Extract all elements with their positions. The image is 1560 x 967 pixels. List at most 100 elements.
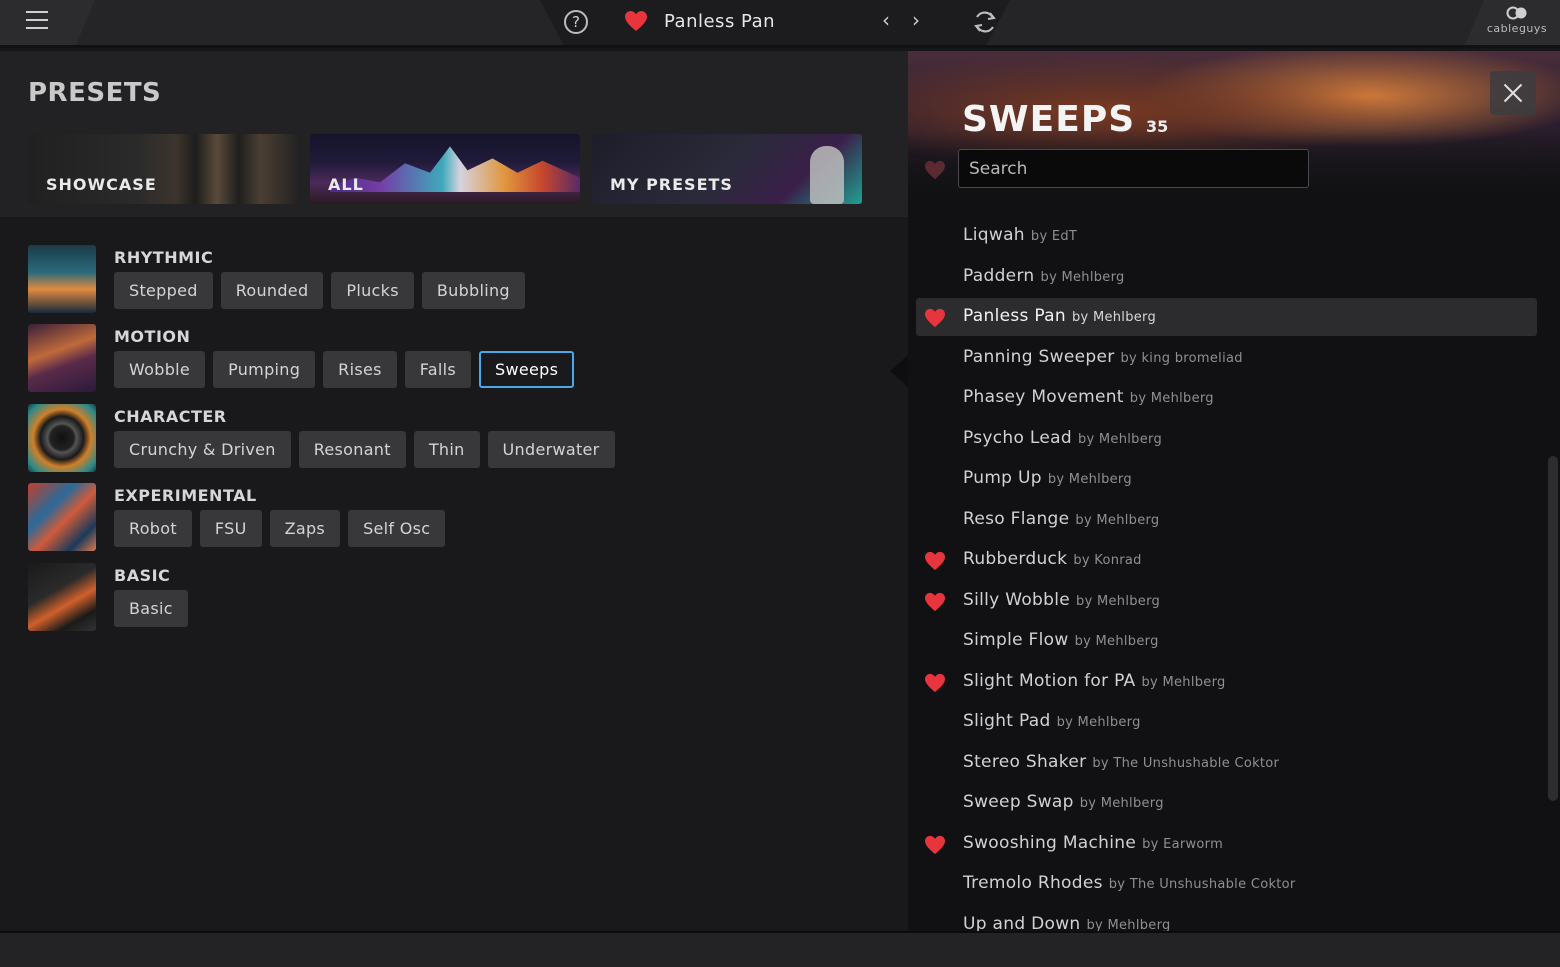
preset-row[interactable]: Phasey Movement by Mehlberg — [916, 379, 1537, 417]
tag-rounded[interactable]: Rounded — [220, 272, 324, 309]
preset-row[interactable]: Up and Down by Mehlberg — [916, 906, 1537, 932]
my-presets-card[interactable]: MY PRESETS — [592, 134, 862, 204]
preset-row[interactable]: Silly Wobble by Mehlberg — [916, 582, 1537, 620]
preset-title: Rubberduck — [963, 549, 1068, 569]
preset-title: Psycho Lead — [963, 427, 1072, 448]
preset-title: Up and Down — [963, 913, 1081, 932]
preset-title: Phasey Movement — [963, 387, 1124, 407]
presets-panel: PRESETS SHOWCASE ALL MY PRESETS RHYTHMIC… — [0, 51, 908, 931]
tag-basic[interactable]: Basic — [114, 590, 188, 627]
favorite-heart-icon[interactable] — [924, 592, 946, 612]
tag-list: Robot FSU Zaps Self Osc — [114, 510, 446, 547]
category-thumbnail — [28, 563, 96, 631]
preset-row[interactable]: Paddern by Mehlberg — [916, 258, 1537, 296]
favorite-heart-icon[interactable] — [924, 835, 946, 855]
tag-wobble[interactable]: Wobble — [114, 351, 206, 388]
favorite-heart-icon[interactable] — [924, 551, 946, 571]
selection-pointer — [890, 355, 908, 387]
preset-name: Simple Flow by Mehlberg — [963, 630, 1159, 650]
preset-row[interactable]: Swooshing Machine by Earworm — [916, 825, 1537, 863]
tag-list: Stepped Rounded Plucks Bubbling — [114, 272, 525, 309]
tag-stepped[interactable]: Stepped — [114, 272, 213, 309]
preset-name: Panless Pan by Mehlberg — [963, 306, 1156, 326]
preset-name: Paddern by Mehlberg — [963, 266, 1125, 286]
presets-header: PRESETS SHOWCASE ALL MY PRESETS — [0, 51, 908, 217]
tag-robot[interactable]: Robot — [114, 510, 192, 547]
preset-title: Simple Flow — [963, 630, 1069, 650]
preset-author: by king bromeliad — [1120, 350, 1243, 366]
tag-list: Wobble Pumping Rises Falls Sweeps — [114, 351, 575, 388]
tag-pumping[interactable]: Pumping — [213, 351, 316, 388]
tag-underwater[interactable]: Underwater — [487, 431, 615, 468]
tag-sweeps[interactable]: Sweeps — [479, 351, 575, 388]
preset-title: Liqwah — [963, 225, 1025, 245]
preset-title: Reso Flange — [963, 508, 1070, 529]
favorite-heart-icon[interactable] — [624, 10, 648, 32]
preset-name: Pump Up by Mehlberg — [963, 468, 1132, 488]
preset-title: Slight Motion for PA — [963, 670, 1136, 691]
preset-title: Sweep Swap — [963, 792, 1074, 812]
category-title: BASIC — [114, 566, 171, 585]
preset-title: Silly Wobble — [963, 589, 1071, 610]
showcase-card[interactable]: SHOWCASE — [28, 134, 298, 204]
cableguys-logo-icon — [1506, 6, 1527, 20]
preset-author: by Mehlberg — [1079, 796, 1164, 811]
preset-author: by Mehlberg — [1086, 917, 1171, 932]
tag-falls[interactable]: Falls — [404, 351, 472, 388]
help-icon[interactable]: ? — [564, 10, 588, 34]
category-title: CHARACTER — [114, 407, 227, 426]
preset-name: Phasey Movement by Mehlberg — [963, 387, 1214, 407]
scrollbar[interactable] — [1548, 456, 1558, 801]
preset-name: Tremolo Rhodes by The Unshushable Coktor — [963, 873, 1296, 893]
preset-count: 35 — [1146, 117, 1169, 136]
preset-author: by Mehlberg — [1141, 674, 1226, 690]
next-preset-chevron-icon[interactable]: › — [912, 8, 920, 32]
preset-row[interactable]: Panless Pan by Mehlberg — [916, 298, 1537, 336]
search-input[interactable] — [958, 149, 1309, 188]
tag-plucks[interactable]: Plucks — [331, 272, 414, 309]
preset-row[interactable]: Slight Motion for PA by Mehlberg — [916, 663, 1537, 701]
current-preset-name[interactable]: Panless Pan — [664, 11, 775, 32]
favorites-filter-heart-icon[interactable] — [924, 160, 946, 180]
previous-preset-chevron-icon[interactable]: ‹ — [882, 8, 890, 32]
all-card[interactable]: ALL — [310, 134, 580, 204]
close-button[interactable] — [1490, 71, 1536, 115]
tag-fsu[interactable]: FSU — [199, 510, 262, 547]
app-window: ? Panless Pan ‹ › cableguys PRESETS SHOW… — [0, 0, 1560, 967]
preset-author: by Earworm — [1142, 836, 1224, 852]
preset-author: by Mehlberg — [1040, 269, 1125, 285]
category-title: RHYTHMIC — [114, 248, 214, 267]
preset-list-panel: SWEEPS 35 Liqwah by EdT Paddern by Mehlberg… — [908, 51, 1560, 931]
favorite-heart-icon[interactable] — [924, 673, 946, 693]
preset-name: Liqwah by EdT — [963, 225, 1077, 245]
tag-bubbling[interactable]: Bubbling — [421, 272, 525, 309]
cableguys-logo: cableguys — [1482, 6, 1552, 35]
preset-row[interactable]: Slight Pad by Mehlberg — [916, 703, 1537, 741]
top-bar: ? Panless Pan ‹ › cableguys — [0, 0, 1560, 48]
preset-row[interactable]: Simple Flow by Mehlberg — [916, 622, 1537, 660]
preset-row[interactable]: Sweep Swap by Mehlberg — [916, 784, 1537, 822]
preset-author: by Mehlberg — [1076, 593, 1161, 609]
favorite-heart-icon[interactable] — [924, 308, 946, 328]
randomize-icon[interactable] — [972, 9, 998, 35]
preset-name: Slight Motion for PA by Mehlberg — [963, 671, 1226, 691]
preset-row[interactable]: Liqwah by EdT — [916, 217, 1537, 255]
tag-list: Crunchy & Driven Resonant Thin Underwate… — [114, 431, 615, 468]
category-title: MOTION — [114, 327, 191, 346]
preset-row[interactable]: Panning Sweeper by king bromeliad — [916, 339, 1537, 377]
category-title: EXPERIMENTAL — [114, 486, 257, 505]
preset-row[interactable]: Pump Up by Mehlberg — [916, 460, 1537, 498]
tag-self-osc[interactable]: Self Osc — [348, 510, 446, 547]
preset-row[interactable]: Tremolo Rhodes by The Unshushable Coktor — [916, 865, 1537, 903]
tag-resonant[interactable]: Resonant — [298, 431, 406, 468]
preset-row[interactable]: Psycho Lead by Mehlberg — [916, 420, 1537, 458]
tag-zaps[interactable]: Zaps — [269, 510, 341, 547]
tag-thin[interactable]: Thin — [413, 431, 480, 468]
preset-row[interactable]: Reso Flange by Mehlberg — [916, 501, 1537, 539]
preset-row[interactable]: Rubberduck by Konrad — [916, 541, 1537, 579]
tag-crunchy-driven[interactable]: Crunchy & Driven — [114, 431, 291, 468]
menu-icon[interactable] — [26, 11, 48, 31]
tag-rises[interactable]: Rises — [323, 351, 397, 388]
tag-list: Basic — [114, 590, 188, 627]
preset-row[interactable]: Stereo Shaker by The Unshushable Coktor — [916, 744, 1537, 782]
